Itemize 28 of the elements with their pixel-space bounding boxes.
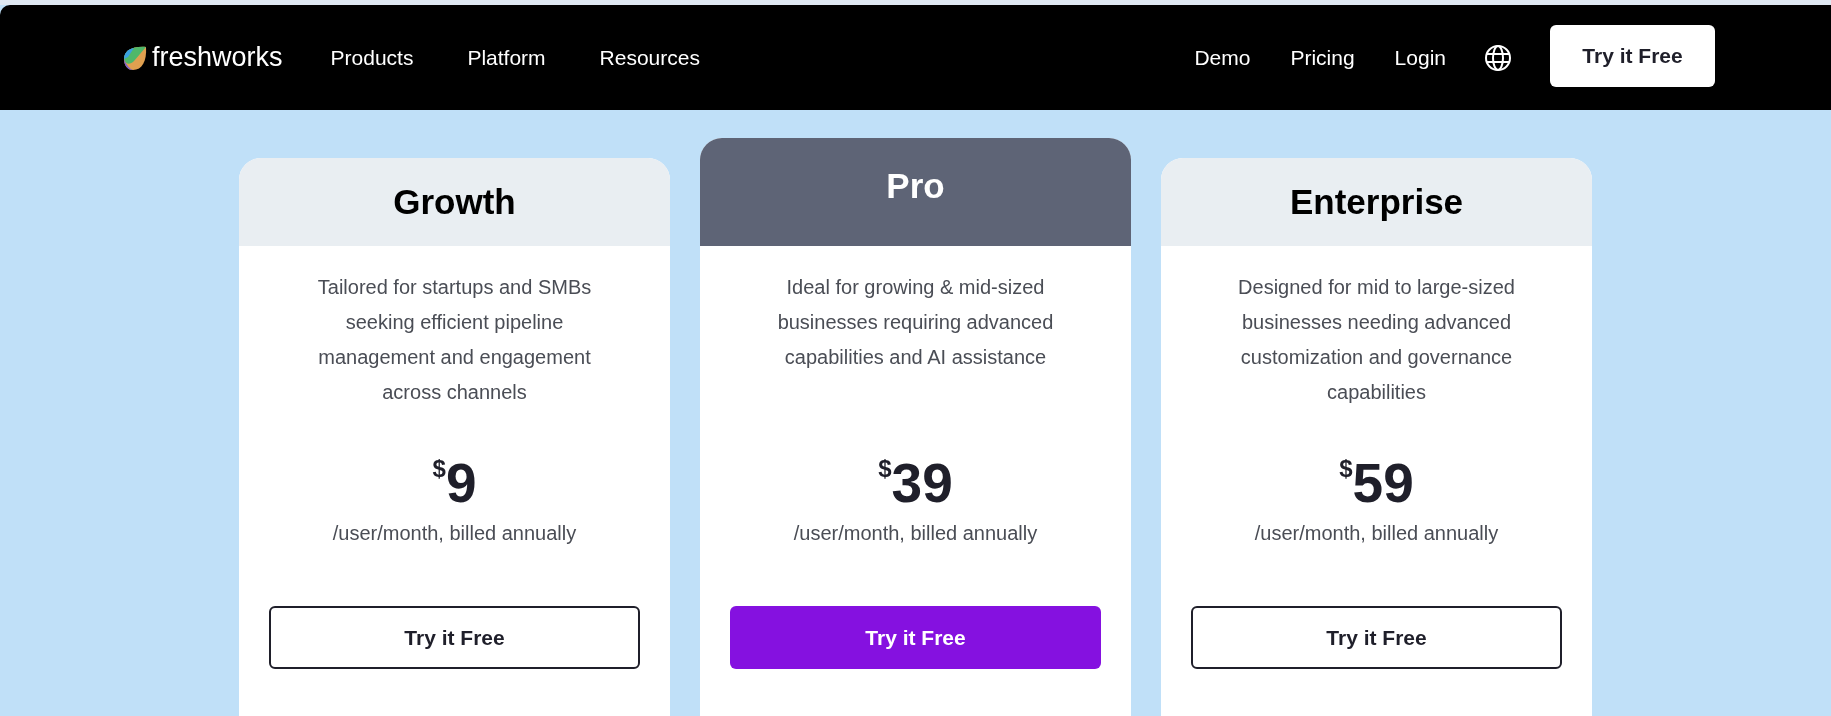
plan-name: Pro	[886, 165, 945, 207]
nav-link[interactable]: Demo	[1194, 41, 1251, 74]
price-amount: 9	[445, 452, 477, 514]
plan-name: Growth	[393, 181, 516, 223]
price-amount: 59	[1352, 452, 1414, 514]
plan-description: Tailored for startups and SMBs seeking efficient pipeline management and engagement across channels	[316, 275, 593, 405]
brand-name: freshworks	[152, 41, 283, 75]
billing-period: /user/month, billed annually	[793, 521, 1038, 546]
globe-icon[interactable]	[1484, 43, 1512, 72]
plan-description: Designed for mid to large-sized businesses needing advanced customization and governance capabilities	[1237, 275, 1516, 405]
nav-link[interactable]: Resources	[599, 41, 700, 74]
plan-name: Enterprise	[1289, 181, 1464, 223]
brand-logo[interactable]: freshworks	[120, 37, 283, 78]
try-free-button[interactable]: Try it Free	[730, 606, 1101, 669]
nav-link[interactable]: Login	[1394, 41, 1446, 74]
nav-link[interactable]: Platform	[467, 41, 546, 74]
currency-symbol: $	[432, 454, 446, 482]
nav-link[interactable]: Pricing	[1290, 41, 1355, 74]
currency-symbol: $	[1339, 454, 1353, 482]
plan-description: Ideal for growing & mid-sized businesses requiring advanced capabilities and AI assistance	[776, 275, 1055, 370]
nav-link[interactable]: Products	[330, 41, 414, 74]
currency-symbol: $	[878, 454, 892, 482]
price-amount: 39	[891, 452, 953, 514]
try-free-button[interactable]: Try it Free	[269, 606, 640, 669]
billing-period: /user/month, billed annually	[1254, 521, 1499, 546]
billing-period: /user/month, billed annually	[332, 521, 577, 546]
try-free-button[interactable]: Try it Free	[1550, 24, 1715, 87]
try-free-button[interactable]: Try it Free	[1191, 606, 1562, 669]
